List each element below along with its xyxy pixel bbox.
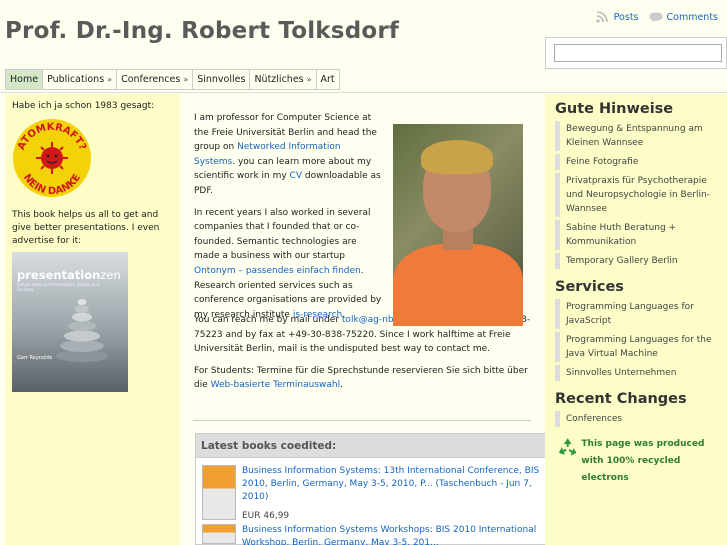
nav-item-conferences[interactable]: Conferences» — [117, 70, 194, 89]
comments-label: Comments — [666, 11, 719, 23]
divider — [193, 420, 531, 421]
book-info: Business Information Systems: 13th Inter… — [242, 465, 542, 523]
book-item[interactable]: Business Information Systems: 13th Inter… — [202, 465, 542, 523]
book-text: This book helps us all to get and give b… — [12, 210, 160, 246]
left-sidebar: Habe ich ja schon 1983 gesagt: ATOMKRAFT… — [5, 94, 180, 545]
section-heading-services: Services — [555, 279, 624, 295]
latest-books-box: Latest books coedited: Business Informat… — [195, 433, 546, 545]
terminauswahl-link[interactable]: Web-basierte Terminauswahl — [211, 380, 340, 390]
nav-item-home[interactable]: Home — [6, 70, 44, 89]
nav-item-art[interactable]: Art — [317, 70, 339, 89]
feed-links: Posts Comments — [596, 11, 718, 23]
list-item[interactable]: Conferences — [555, 411, 713, 427]
rss-icon — [596, 11, 608, 23]
list-item[interactable]: Bewegung & Entspannung am Kleinen Wannse… — [555, 121, 713, 151]
text: . — [340, 380, 343, 391]
site-title[interactable]: Prof. Dr.-Ing. Robert Tolksdorf — [5, 18, 399, 44]
search-input[interactable] — [554, 44, 722, 62]
list-item[interactable]: Sinnvolles Unternehmen — [555, 365, 713, 381]
chevron-down-icon: » — [306, 75, 312, 84]
list-item[interactable]: Temporary Gallery Berlin — [555, 253, 713, 269]
section-heading-gute-hinweise: Gute Hinweise — [555, 101, 674, 117]
list-item[interactable]: Programming Languages for JavaScript — [555, 299, 713, 329]
text: You can reach me by mail under — [194, 315, 342, 325]
list-item[interactable]: Feine Fotografie — [555, 154, 713, 170]
book-thumbnail[interactable] — [202, 465, 236, 520]
intro-paragraph-2: In recent years I also worked in several… — [194, 206, 382, 323]
presentation-zen-book-cover[interactable]: presentationzen Simple Ideas on Presenta… — [12, 252, 128, 392]
book-item[interactable]: Business Information Systems Workshops: … — [202, 524, 542, 545]
book-title-light: zen — [100, 268, 121, 282]
chevron-down-icon: » — [107, 75, 113, 84]
recycle-icon — [558, 438, 577, 456]
book-author: Garr Reynolds — [17, 355, 53, 361]
badge-line-1: This page was produced — [581, 439, 705, 449]
recent-changes-list: Conferences — [555, 411, 727, 427]
nav-label: Home — [10, 74, 39, 85]
nav-item-publications[interactable]: Publications» — [43, 70, 118, 89]
nav-label: Publications — [47, 74, 105, 85]
posts-label: Posts — [613, 11, 639, 23]
book-price: EUR 46,99 — [242, 511, 290, 521]
book-title-bold: presentation — [17, 268, 101, 282]
students-paragraph: For Students: Termine für die Sprechstun… — [194, 364, 534, 393]
ontonym-link[interactable]: Ontonym – passendes einfach finden — [194, 266, 361, 276]
stacked-stones-icon — [56, 299, 108, 362]
list-item[interactable]: Sabine Huth Beratung + Kommunikation — [555, 220, 713, 250]
nav-label: Nützliches — [254, 74, 304, 85]
nav-item-nuetzliches[interactable]: Nützliches» — [250, 70, 317, 89]
atomkraft-nein-danke-icon[interactable]: ATOMKRAFT? NEIN DANKE — [12, 118, 92, 198]
book-title: presentationzen — [17, 268, 121, 282]
search-box — [545, 37, 727, 69]
book-title-link[interactable]: Business Information Systems Workshops: … — [242, 525, 536, 545]
portrait-photo — [393, 124, 523, 326]
book-info: Business Information Systems Workshops: … — [242, 524, 542, 545]
book-thumbnail[interactable] — [202, 524, 236, 544]
book-title-link[interactable]: Business Information Systems: 13th Inter… — [242, 466, 539, 502]
chevron-down-icon: » — [183, 75, 189, 84]
badge-text: This page was produced with 100% recycle… — [581, 436, 727, 487]
comment-bubble-icon — [648, 12, 663, 23]
cv-link[interactable]: CV — [290, 171, 302, 181]
contact-text: You can reach me by mail under tolk@ag-n… — [194, 313, 534, 400]
list-item[interactable]: Programming Languages for the Java Virtu… — [555, 332, 713, 362]
services-list: Programming Languages for JavaScript Pro… — [555, 299, 727, 381]
nav-label: Art — [320, 74, 335, 85]
nav-label: Conferences — [121, 74, 181, 85]
text: In recent years I also worked in several… — [194, 207, 371, 262]
intro-paragraph-1: I am professor for Computer Science at t… — [194, 111, 382, 199]
latest-books-heading: Latest books coedited: — [196, 434, 545, 458]
intro-text: I am professor for Computer Science at t… — [194, 111, 382, 329]
section-heading-recent-changes: Recent Changes — [555, 391, 687, 407]
posts-feed-link[interactable]: Posts — [596, 11, 639, 23]
list-item[interactable]: Privatpraxis für Psychotherapie und Neur… — [555, 173, 713, 217]
recycled-electrons-badge[interactable]: This page was produced with 100% recycle… — [556, 436, 727, 487]
nav-label: Sinnvolles — [197, 74, 246, 85]
main-content: I am professor for Computer Science at t… — [187, 94, 546, 545]
main-nav: Home Publications» Conferences» Sinnvoll… — [5, 69, 340, 90]
nav-divider — [0, 92, 727, 93]
comments-feed-link[interactable]: Comments — [648, 11, 719, 23]
badge-line-2: with 100% recycled electrons — [581, 456, 681, 483]
book-subtitle: Simple Ideas on Presentation Design and … — [17, 282, 100, 292]
since-text: Habe ich ja schon 1983 gesagt: — [12, 101, 155, 111]
gute-hinweise-list: Bewegung & Entspannung am Kleinen Wannse… — [555, 121, 727, 269]
nav-item-sinnvolles[interactable]: Sinnvolles — [193, 70, 251, 89]
